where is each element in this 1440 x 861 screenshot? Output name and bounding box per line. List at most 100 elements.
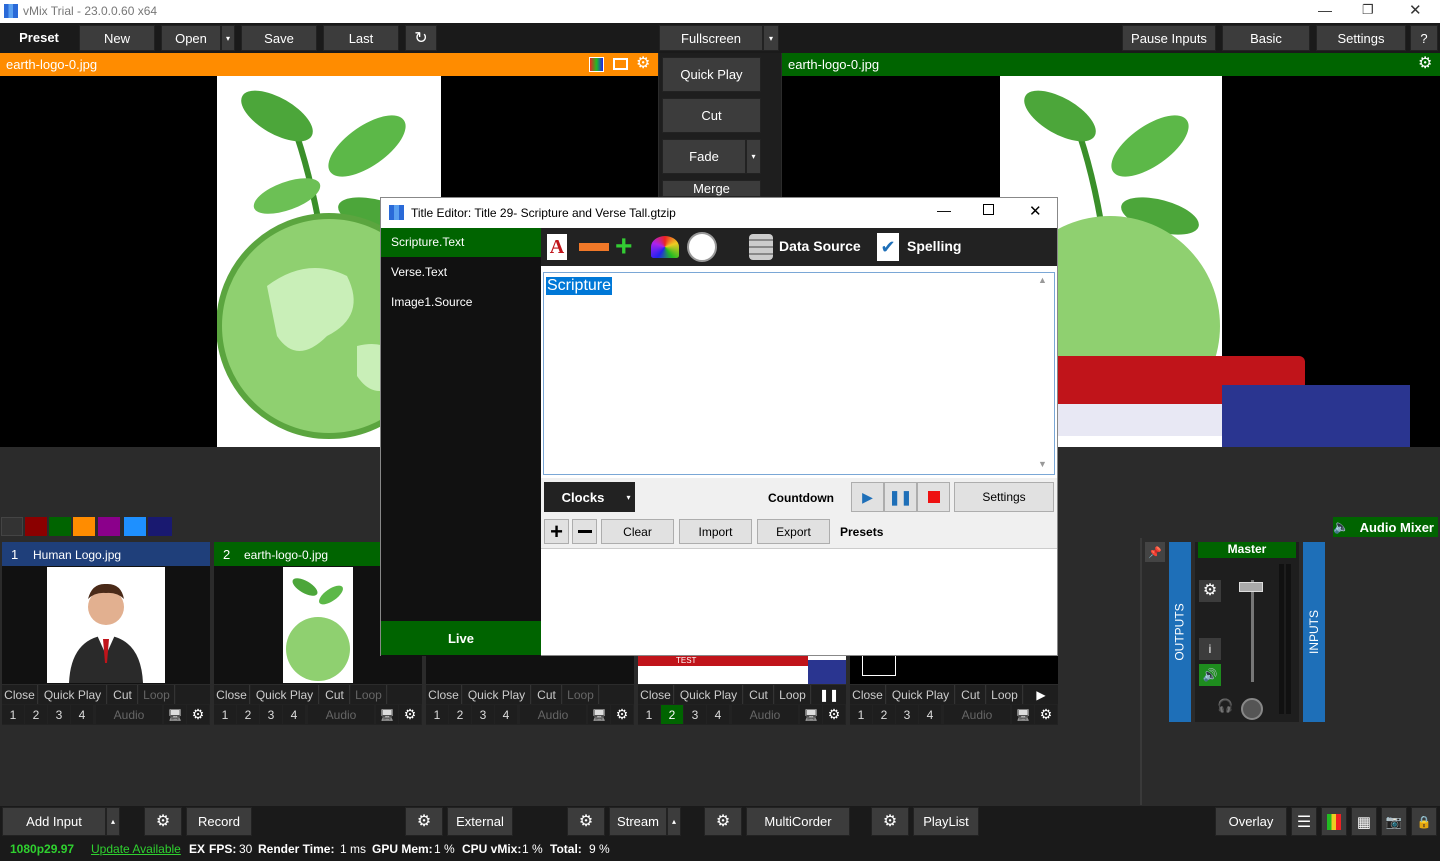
field-scripture-text[interactable]: Scripture.Text xyxy=(381,228,541,257)
scroll-up-icon[interactable]: ▲ xyxy=(1038,275,1047,285)
play-button[interactable]: ▶ xyxy=(851,482,884,512)
cut-button[interactable]: Cut xyxy=(956,685,986,704)
input-5-thumbnail[interactable] xyxy=(850,656,1058,684)
minimize-icon[interactable]: — xyxy=(1318,2,1332,18)
lock-icon[interactable]: 🔒 xyxy=(1411,807,1437,836)
color-tag-green[interactable] xyxy=(49,517,71,536)
preset-button[interactable]: Preset xyxy=(0,23,78,52)
update-link[interactable]: Update Available xyxy=(91,842,181,856)
input-gear-icon[interactable]: ⚙ xyxy=(187,705,209,724)
palette-icon[interactable] xyxy=(651,236,679,258)
loop-button[interactable]: Loop xyxy=(775,685,811,704)
loop-button[interactable]: Loop xyxy=(139,685,175,704)
mute-speaker-icon[interactable]: 🔊 xyxy=(1199,664,1221,686)
pause-inputs-button[interactable]: Pause Inputs xyxy=(1122,25,1216,51)
settings-button[interactable]: Settings xyxy=(1316,25,1406,51)
add-icon[interactable]: + xyxy=(615,232,633,262)
export-button[interactable]: Export xyxy=(757,519,830,544)
quick-play-button[interactable]: Quick Play xyxy=(39,685,107,704)
overlay-3-button[interactable]: 3 xyxy=(684,705,706,724)
close-button[interactable]: Close xyxy=(214,685,250,704)
pause-button[interactable]: ❚❚ xyxy=(884,482,917,512)
stop-button[interactable] xyxy=(917,482,950,512)
external-gear-icon[interactable]: ⚙ xyxy=(405,807,443,836)
loop-button[interactable]: Loop xyxy=(563,685,599,704)
basic-button[interactable]: Basic xyxy=(1222,25,1310,51)
input-3-thumbnail[interactable] xyxy=(426,656,634,684)
overlay-3-button[interactable]: 3 xyxy=(896,705,918,724)
overlay-3-button[interactable]: 3 xyxy=(472,705,494,724)
outputs-strip[interactable]: OUTPUTS xyxy=(1169,542,1191,722)
overlay-3-button[interactable]: 3 xyxy=(48,705,70,724)
overlay-4-button[interactable]: 4 xyxy=(283,705,305,724)
overlay-4-button[interactable]: 4 xyxy=(495,705,517,724)
headphones-icon[interactable]: 🎧 xyxy=(1217,698,1233,714)
spelling-label[interactable]: Spelling xyxy=(907,238,961,254)
scroll-down-icon[interactable]: ▼ xyxy=(1038,459,1047,469)
color-correction-icon[interactable] xyxy=(589,57,604,72)
stream-dropdown-button[interactable]: ▴ xyxy=(667,807,681,836)
audio-button[interactable]: Audio xyxy=(520,705,586,724)
countdown-settings-button[interactable]: Settings xyxy=(954,482,1054,512)
playlist-button[interactable]: PlayList xyxy=(913,807,979,836)
cut-button[interactable]: Cut xyxy=(108,685,138,704)
overlay-button[interactable]: Overlay xyxy=(1215,807,1287,836)
overlay-2-button[interactable]: 2 xyxy=(237,705,259,724)
monitor-icon[interactable]: 🖥 xyxy=(164,705,186,724)
save-button[interactable]: Save xyxy=(241,25,317,51)
cut-button[interactable]: Cut xyxy=(744,685,774,704)
overlay-1-button[interactable]: 1 xyxy=(426,705,448,724)
audio-button[interactable]: Audio xyxy=(96,705,162,724)
refresh-icon[interactable]: ↻ xyxy=(405,25,437,51)
quick-play-button[interactable]: Quick Play xyxy=(887,685,955,704)
color-tag-purple[interactable] xyxy=(98,517,120,536)
info-button[interactable]: i xyxy=(1199,638,1221,660)
multicorder-button[interactable]: MultiCorder xyxy=(746,807,850,836)
monitor-icon[interactable]: 🖥 xyxy=(376,705,398,724)
overlay-1-button[interactable]: 1 xyxy=(214,705,236,724)
multicorder-gear-icon[interactable]: ⚙ xyxy=(704,807,742,836)
play-icon[interactable]: ▶ xyxy=(1024,685,1058,704)
record-gear-icon[interactable]: ⚙ xyxy=(144,807,182,836)
balance-knob[interactable] xyxy=(1241,698,1263,720)
color-tag-navy[interactable] xyxy=(148,517,172,536)
add-preset-button[interactable]: + xyxy=(544,519,569,544)
overlay-4-button[interactable]: 4 xyxy=(707,705,729,724)
new-button[interactable]: New xyxy=(79,25,155,51)
inputs-strip[interactable]: INPUTS xyxy=(1303,542,1325,722)
add-input-button[interactable]: Add Input xyxy=(2,807,106,836)
data-source-label[interactable]: Data Source xyxy=(779,238,861,254)
color-tag-blue[interactable] xyxy=(124,517,146,536)
dialog-close-icon[interactable]: ✕ xyxy=(1029,202,1042,220)
close-icon[interactable]: ✕ xyxy=(1409,1,1422,19)
overlay-4-button[interactable]: 4 xyxy=(919,705,941,724)
fullscreen-dropdown-button[interactable]: ▾ xyxy=(763,25,779,51)
clocks-dropdown-button[interactable]: ▾ xyxy=(622,482,635,512)
live-button[interactable]: Live xyxy=(381,621,541,655)
remove-preset-button[interactable] xyxy=(572,519,597,544)
fade-button[interactable]: Fade xyxy=(662,139,746,174)
monitor-icon[interactable]: 🖥 xyxy=(1012,705,1034,724)
close-button[interactable]: Close xyxy=(850,685,886,704)
overlay-4-button[interactable]: 4 xyxy=(71,705,93,724)
database-icon[interactable] xyxy=(749,234,773,260)
input-gear-icon[interactable]: ⚙ xyxy=(611,705,633,724)
record-button[interactable]: Record xyxy=(186,807,252,836)
audio-mixer-button[interactable]: 🔈 Audio Mixer xyxy=(1333,517,1438,537)
external-button[interactable]: External xyxy=(447,807,513,836)
quick-play-button[interactable]: Quick Play xyxy=(463,685,531,704)
spelling-check-icon[interactable]: ✔ xyxy=(877,233,899,261)
loop-button[interactable]: Loop xyxy=(987,685,1023,704)
fade-dropdown-button[interactable]: ▾ xyxy=(746,139,761,174)
help-button[interactable]: ? xyxy=(1410,25,1438,51)
overlay-3-button[interactable]: 3 xyxy=(260,705,282,724)
field-verse-text[interactable]: Verse.Text xyxy=(381,258,541,287)
cut-button[interactable]: Cut xyxy=(532,685,562,704)
audio-meter-icon[interactable] xyxy=(1321,807,1347,836)
cut-button[interactable]: Cut xyxy=(662,98,761,133)
list-view-icon[interactable]: ☰ xyxy=(1291,807,1317,836)
output-gear-icon[interactable]: ⚙ xyxy=(1418,56,1432,72)
color-tag-red[interactable] xyxy=(25,517,47,536)
quick-play-button[interactable]: Quick Play xyxy=(675,685,743,704)
input-1-header[interactable]: 1 Human Logo.jpg xyxy=(2,542,210,566)
